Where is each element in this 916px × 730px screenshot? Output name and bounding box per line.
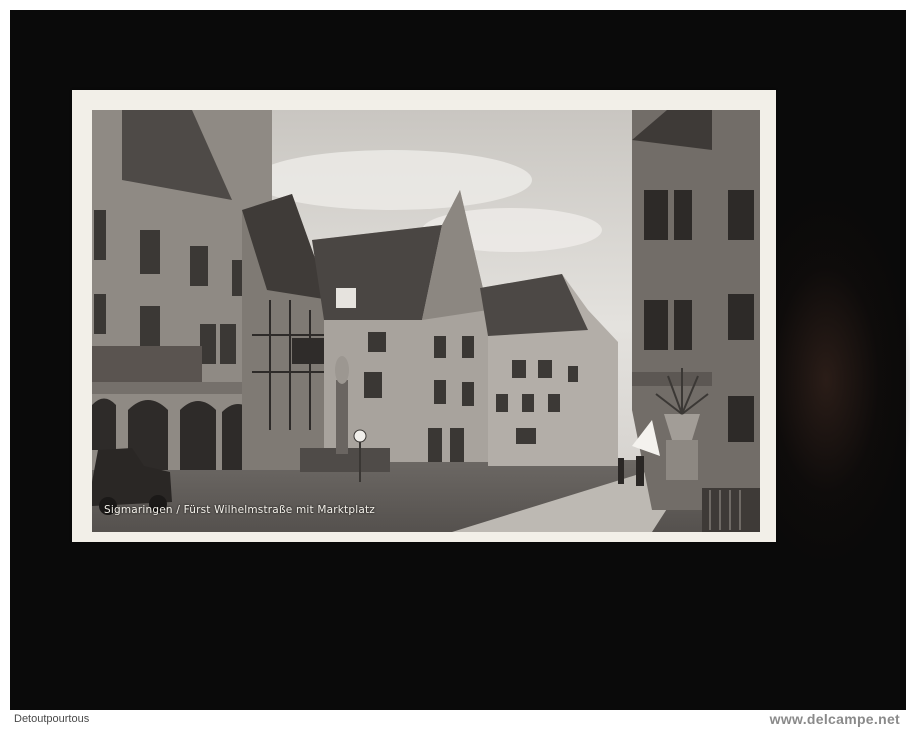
site-watermark: www.delcampe.net [769, 711, 900, 727]
postcard-caption: Sigmaringen / Fürst Wilhelmstraße mit Ma… [104, 504, 376, 516]
postcard-photo [92, 110, 760, 532]
seller-name[interactable]: Detoutpourtous [14, 713, 89, 725]
